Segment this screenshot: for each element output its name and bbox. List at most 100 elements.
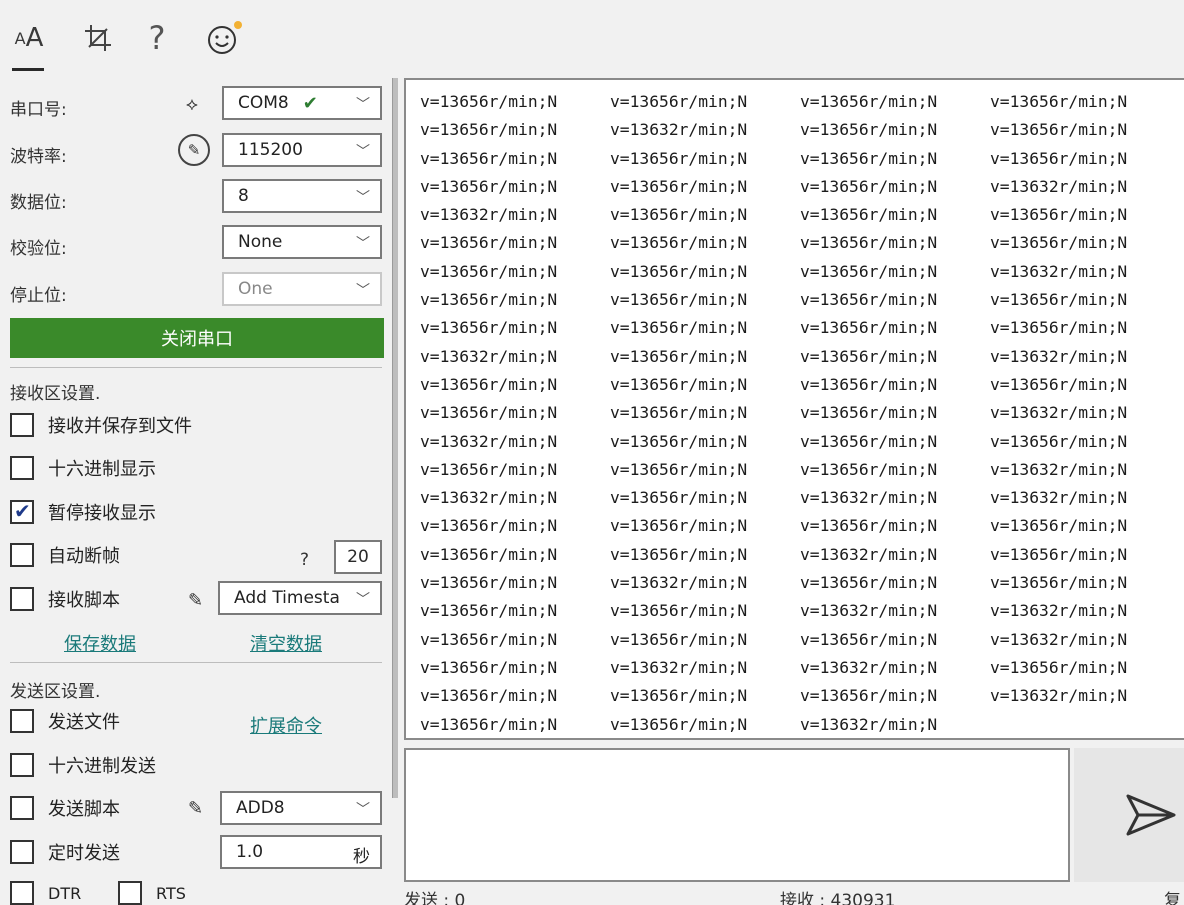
- recv-script-checkbox[interactable]: 接收脚本: [10, 586, 120, 612]
- font-size-icon[interactable]: AA: [12, 18, 46, 58]
- send-script-checkbox[interactable]: 发送脚本: [10, 795, 120, 821]
- help-icon[interactable]: ?: [142, 18, 172, 58]
- receive-value: v=13656r/min;N: [800, 92, 938, 111]
- checkbox-box[interactable]: [118, 881, 142, 905]
- receive-line: v=13656r/min;N v=13656r/min;N v=13656r/min…: [420, 88, 1180, 116]
- save-to-file-checkbox[interactable]: 接收并保存到文件: [10, 412, 192, 438]
- send-script-select[interactable]: ADD8 ﹀: [220, 791, 382, 825]
- dtr-checkbox[interactable]: DTR: [10, 881, 81, 905]
- checkbox-box[interactable]: [10, 413, 34, 437]
- smile-icon[interactable]: [202, 18, 246, 58]
- send-button[interactable]: [1074, 748, 1184, 882]
- divider: [10, 662, 382, 663]
- receive-value: v=13656r/min;N: [800, 176, 938, 196]
- hex-display-checkbox[interactable]: 十六进制显示: [10, 455, 156, 481]
- save-data-link[interactable]: 保存数据: [64, 630, 136, 656]
- receive-value: v=13656r/min;N: [800, 148, 938, 168]
- receive-value: v=13656r/min;N: [610, 290, 748, 310]
- receive-value: v=13656r/min;N: [420, 657, 558, 677]
- receive-value: v=13656r/min;N: [800, 403, 938, 423]
- checkbox-box[interactable]: [10, 587, 34, 611]
- checkbox-box[interactable]: [10, 881, 34, 905]
- receive-value: v=13656r/min;N: [800, 261, 938, 281]
- receive-value: v=13656r/min;N: [420, 601, 558, 621]
- receive-area[interactable]: v=13656r/min;N v=13656r/min;N v=13656r/min…: [404, 78, 1184, 740]
- receive-line: v=13656r/min;N v=13632r/min;N v=13656r/min…: [420, 116, 1180, 144]
- divider: [10, 367, 382, 368]
- active-tab-indicator: [12, 68, 44, 71]
- reset-count-button[interactable]: 复: [1164, 886, 1181, 905]
- receive-value: v=13656r/min;N: [610, 629, 748, 649]
- panel-splitter[interactable]: [392, 78, 398, 798]
- receive-value: v=13656r/min;N: [420, 148, 558, 168]
- receive-settings-title: 接收区设置.: [10, 384, 101, 404]
- receive-line: v=13656r/min;N v=13656r/min;N v=13656r/min…: [420, 145, 1180, 173]
- receive-value: v=13656r/min;N: [990, 233, 1128, 253]
- toolbar: AA ?: [0, 0, 1184, 78]
- checkbox-box[interactable]: [10, 796, 34, 820]
- rts-checkbox[interactable]: RTS: [118, 881, 186, 905]
- parity-select[interactable]: None ﹀: [222, 225, 382, 259]
- databits-select[interactable]: 8 ﹀: [222, 179, 382, 213]
- receive-value: v=13656r/min;N: [420, 233, 558, 253]
- settings-panel: 串口号: ⟡ COM8 ✔ ﹀ 波特率: ✎ 115200 ﹀ 数据位: 8 ﹀…: [0, 78, 392, 905]
- receive-value: v=13632r/min;N: [990, 403, 1128, 423]
- receive-value: v=13632r/min;N: [420, 346, 558, 366]
- receive-value: v=13656r/min;N: [990, 92, 1128, 111]
- receive-value: v=13656r/min;N: [610, 205, 748, 225]
- baud-value: 115200: [238, 140, 303, 160]
- receive-line: v=13632r/min;N v=13656r/min;N v=13656r/min…: [420, 201, 1180, 229]
- receive-value: v=13632r/min;N: [990, 601, 1128, 621]
- timed-send-checkbox[interactable]: 定时发送: [10, 839, 120, 865]
- close-port-button[interactable]: 关闭串口: [10, 318, 384, 358]
- send-input[interactable]: [404, 748, 1070, 882]
- pause-display-checkbox[interactable]: 暂停接收显示: [10, 499, 156, 525]
- stopbits-select[interactable]: One ﹀: [222, 272, 382, 306]
- checkbox-box-checked[interactable]: [10, 499, 34, 524]
- auto-break-checkbox[interactable]: 自动断帧: [10, 542, 120, 568]
- checkbox-label: RTS: [156, 883, 186, 903]
- clear-data-link[interactable]: 清空数据: [250, 630, 322, 656]
- receive-value: v=13656r/min;N: [800, 290, 938, 310]
- receive-value: v=13656r/min;N: [610, 431, 748, 451]
- checkbox-box[interactable]: [10, 456, 34, 480]
- hex-send-checkbox[interactable]: 十六进制发送: [10, 752, 156, 778]
- receive-value: v=13656r/min;N: [610, 544, 748, 564]
- receive-line: v=13656r/min;N v=13656r/min;N v=13656r/min…: [420, 626, 1180, 654]
- checkbox-box[interactable]: [10, 840, 34, 864]
- receive-value: v=13656r/min;N: [610, 601, 748, 621]
- receive-line: v=13656r/min;N v=13656r/min;N v=13656r/min…: [420, 682, 1180, 710]
- receive-line: v=13632r/min;N v=13656r/min;N v=13656r/min…: [420, 428, 1180, 456]
- receive-value: v=13656r/min;N: [990, 431, 1128, 451]
- receive-value: v=13656r/min;N: [610, 403, 748, 423]
- receive-value: v=13656r/min;N: [610, 233, 748, 253]
- receive-line: v=13656r/min;N v=13656r/min;N v=13656r/min…: [420, 286, 1180, 314]
- send-script-value: ADD8: [236, 798, 285, 818]
- port-search-icon[interactable]: ⟡: [186, 94, 198, 115]
- receive-line: v=13656r/min;N v=13656r/min;N v=13656r/min…: [420, 258, 1180, 286]
- ext-command-link[interactable]: 扩展命令: [250, 712, 322, 738]
- chevron-down-icon: ﹀: [353, 589, 370, 609]
- auto-break-input[interactable]: 20: [334, 540, 382, 574]
- baud-select[interactable]: 115200 ﹀: [222, 133, 382, 167]
- send-script-edit-icon[interactable]: ✎: [188, 798, 203, 819]
- checkbox-box[interactable]: [10, 543, 34, 567]
- baud-edit-icon[interactable]: ✎: [178, 134, 210, 166]
- receive-line: v=13656r/min;N v=13632r/min;N v=13632r/min…: [420, 654, 1180, 682]
- send-icon: [1126, 794, 1176, 836]
- receive-value: v=13656r/min;N: [800, 573, 938, 593]
- receive-value: v=13656r/min;N: [800, 431, 938, 451]
- checkbox-box[interactable]: [10, 753, 34, 777]
- send-file-checkbox[interactable]: 发送文件: [10, 708, 120, 734]
- receive-value: v=13656r/min;N: [610, 318, 748, 338]
- recv-script-select[interactable]: Add Timesta ﹀: [218, 581, 382, 615]
- auto-break-help[interactable]: ?: [300, 550, 309, 570]
- receive-value: v=13632r/min;N: [990, 346, 1128, 366]
- crop-icon[interactable]: [78, 18, 118, 58]
- timed-interval-input[interactable]: 1.0 秒: [220, 835, 382, 869]
- receive-value: v=13632r/min;N: [610, 120, 748, 140]
- recv-script-edit-icon[interactable]: ✎: [188, 590, 203, 611]
- checkbox-box[interactable]: [10, 709, 34, 733]
- connected-check-icon: ✔: [302, 92, 318, 114]
- port-select[interactable]: COM8 ✔ ﹀: [222, 86, 382, 120]
